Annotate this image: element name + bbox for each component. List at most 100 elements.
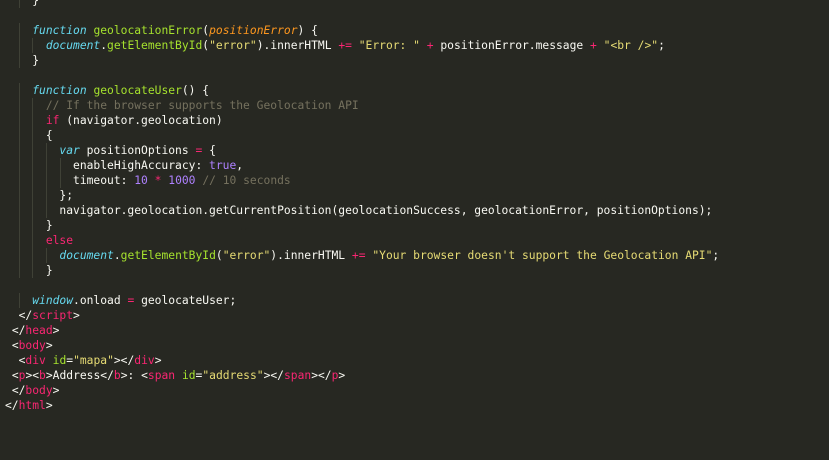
code-token: body (25, 384, 53, 397)
code-token: < (11, 369, 19, 382)
code-line[interactable]: { (5, 128, 719, 143)
code-token: id (52, 354, 67, 367)
code-token: "Error: " (358, 39, 420, 52)
code-line[interactable] (5, 278, 719, 293)
code-line[interactable]: enableHighAccuracy: true, (5, 158, 719, 173)
code-token: document (45, 39, 101, 52)
code-token: ; (712, 249, 720, 262)
code-editor[interactable]: } function geolocationError(positionErro… (0, 0, 829, 460)
code-line[interactable]: window.onload = geolocateUser; (5, 293, 719, 308)
code-line[interactable]: <div id="mapa"></div> (5, 353, 719, 368)
indent-guide (18, 83, 20, 98)
code-token: window (32, 294, 74, 307)
indent-guide (18, 143, 20, 158)
code-token: "error" (209, 39, 257, 52)
code-token: head (25, 324, 53, 337)
code-token: navigator.geolocation.getCurrentPosition… (59, 204, 713, 217)
code-token: ></ (113, 354, 135, 367)
code-token: b (39, 369, 46, 382)
code-token: > (52, 324, 60, 337)
code-line[interactable]: // If the browser supports the Geolocati… (5, 98, 719, 113)
indent-guide (46, 173, 48, 188)
code-line[interactable]: timeout: 10 * 1000 // 10 seconds (5, 173, 719, 188)
code-line[interactable]: <p><b>Address</b>: <span id="address"></… (5, 368, 719, 383)
code-token: enableHighAccuracy: (73, 159, 210, 172)
code-token: >: < (120, 369, 148, 382)
indent-guide (18, 98, 20, 113)
code-line[interactable] (5, 8, 719, 23)
code-token: script (32, 309, 74, 322)
code-line[interactable]: </html> (5, 398, 719, 413)
code-line[interactable]: else (5, 233, 719, 248)
code-line[interactable]: document.getElementById("error").innerHT… (5, 38, 719, 53)
indent-guide (18, 0, 20, 8)
indent-guide (32, 128, 34, 143)
code-line[interactable]: } (5, 53, 719, 68)
indent-guide (18, 53, 20, 68)
code-line[interactable]: </script> (5, 308, 719, 323)
code-token: + (590, 39, 597, 52)
code-line[interactable]: </body> (5, 383, 719, 398)
code-token: ></ (311, 369, 332, 382)
code-line[interactable]: document.getElementById("error").innerHT… (5, 248, 719, 263)
code-token: // 10 seconds (202, 174, 291, 187)
code-line[interactable]: } (5, 218, 719, 233)
indent-guide (32, 98, 34, 113)
code-token: "Your browser doesn't support the Geoloc… (372, 249, 713, 262)
indent-guide (18, 38, 20, 53)
code-line[interactable]: if (navigator.geolocation) (5, 113, 719, 128)
indent-guide (18, 233, 20, 248)
indent-guide (46, 158, 48, 173)
code-line[interactable]: navigator.geolocation.getCurrentPosition… (5, 203, 719, 218)
code-token: } (32, 54, 40, 67)
code-token: getElementById (107, 39, 203, 52)
code-line[interactable]: function geolocateUser() { (5, 83, 719, 98)
code-view[interactable]: } function geolocationError(positionErro… (5, 0, 719, 413)
code-token: } (45, 264, 53, 277)
code-token: > (154, 354, 162, 367)
code-token: .onload (73, 294, 128, 307)
code-token: if (45, 114, 60, 127)
code-token: } (32, 0, 40, 7)
indent-guide (32, 203, 34, 218)
code-token: > (52, 384, 60, 397)
code-token: "mapa" (73, 354, 114, 367)
code-token: > (73, 309, 80, 322)
code-token: >Address</ (45, 369, 114, 382)
code-line[interactable]: <body> (5, 338, 719, 353)
indent-guide (46, 143, 48, 158)
code-token: < (11, 339, 19, 352)
code-line[interactable]: } (5, 0, 719, 8)
code-token: body (18, 339, 46, 352)
code-token: positionOptions (79, 144, 196, 157)
indent-guide (46, 203, 48, 218)
indent-guide (18, 203, 20, 218)
code-line[interactable]: }; (5, 188, 719, 203)
code-token: () { (181, 84, 210, 97)
code-token: 10 (134, 174, 148, 187)
code-line[interactable]: var positionOptions = { (5, 143, 719, 158)
code-token: document (59, 249, 114, 262)
code-line[interactable]: } (5, 263, 719, 278)
code-token: // If the browser supports the Geolocati… (45, 99, 359, 112)
code-token: 1000 (168, 174, 196, 187)
code-line[interactable]: function geolocationError(positionError)… (5, 23, 719, 38)
code-token: span (283, 369, 312, 382)
indent-guide (18, 158, 20, 173)
code-token: >< (25, 369, 40, 382)
code-line[interactable] (5, 68, 719, 83)
code-line[interactable]: </head> (5, 323, 719, 338)
